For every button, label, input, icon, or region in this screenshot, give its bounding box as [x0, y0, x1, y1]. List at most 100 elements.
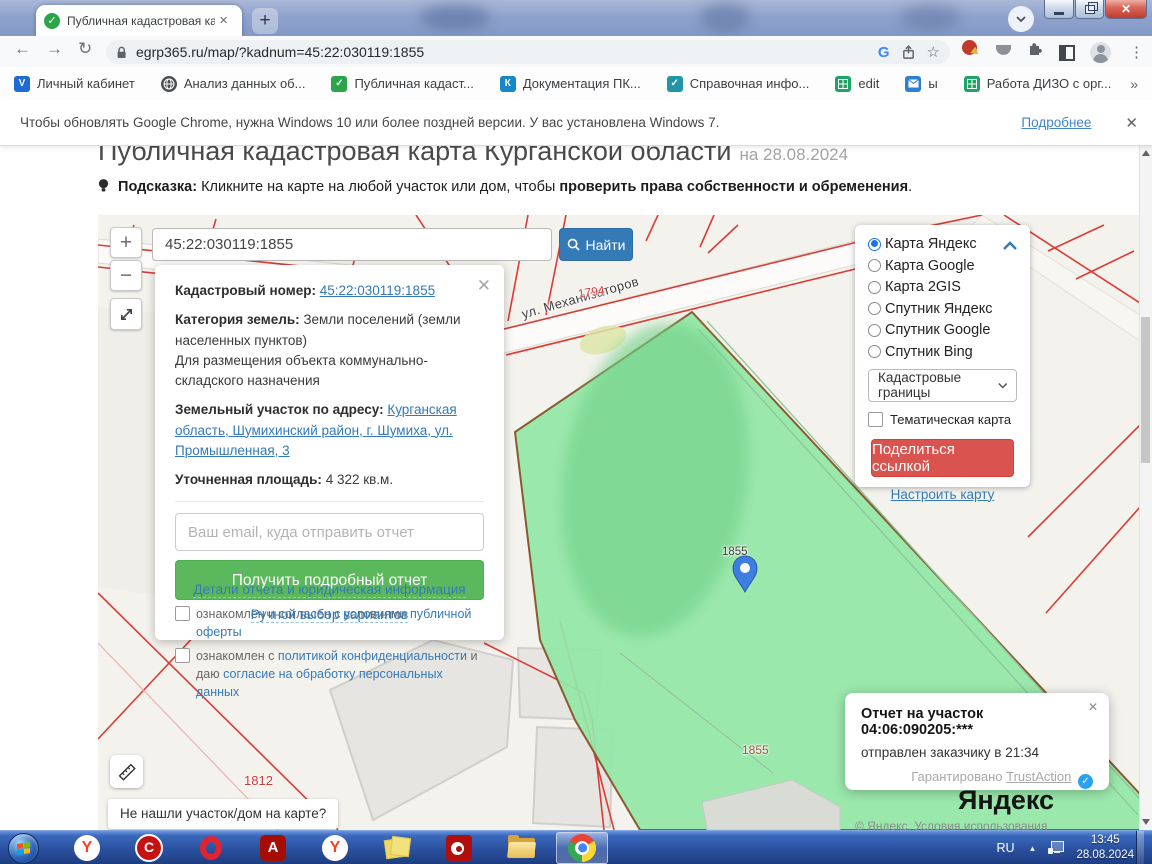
- share-link-button[interactable]: Поделиться ссылкой: [871, 438, 1014, 477]
- report-details-link[interactable]: Детали отчета и юридическая информация: [193, 581, 466, 598]
- radio[interactable]: [868, 302, 881, 315]
- not-found-prompt[interactable]: Не нашли участок/дом на карте?: [108, 799, 339, 829]
- browser-menu-icon[interactable]: ⋮: [1129, 43, 1144, 61]
- share-icon[interactable]: [901, 44, 916, 60]
- file-explorer-icon[interactable]: [504, 834, 538, 862]
- windows-taskbar: Y C A Y RU ▲ 13:45 28.08.2024: [0, 828, 1152, 864]
- toast-close-icon[interactable]: ✕: [1088, 700, 1098, 714]
- layer-option-yandex-map[interactable]: Карта Яндекс: [868, 236, 1017, 252]
- notification-details-link[interactable]: Подробнее: [1021, 115, 1091, 130]
- manual-selection-link[interactable]: Ручной выбор вариантов: [250, 607, 409, 624]
- show-desktop-button[interactable]: [1136, 831, 1144, 864]
- privacy-policy-link[interactable]: политикой конфиденциальности: [278, 649, 467, 663]
- fullscreen-expand-button[interactable]: [110, 298, 142, 330]
- tray-expand-arrow-icon[interactable]: ▲: [1029, 844, 1037, 853]
- extension-seal-icon[interactable]: [962, 40, 977, 55]
- notification-close-icon[interactable]: ✕: [1125, 114, 1138, 132]
- radio[interactable]: [868, 280, 881, 294]
- email-input[interactable]: [175, 513, 484, 552]
- thematic-map-checkbox-row[interactable]: Тематическая карта: [868, 411, 1017, 427]
- bookmarks-overflow-icon[interactable]: »: [1130, 76, 1138, 92]
- collapse-chevron-up-icon[interactable]: [1002, 241, 1018, 251]
- layer-option-bing-satellite[interactable]: Спутник Bing: [868, 344, 1017, 360]
- new-tab-button[interactable]: +: [252, 8, 278, 34]
- bookmark-mail[interactable]: ы: [905, 75, 938, 92]
- bookmark-star-icon[interactable]: ☆: [927, 43, 940, 61]
- window-restore-button[interactable]: [1075, 0, 1104, 19]
- browser-tab[interactable]: ✓ Публичная кадастровая карта К ✕: [36, 5, 242, 36]
- bookmark-documentation[interactable]: К Документация ПК...: [499, 75, 641, 92]
- scrollbar-thumb[interactable]: [1141, 317, 1150, 463]
- yandex-browser-icon-2[interactable]: Y: [318, 834, 352, 862]
- bookmark-personal-cabinet[interactable]: V Личный кабинет: [14, 75, 135, 92]
- configure-map-link[interactable]: Настроить карту: [868, 487, 1017, 502]
- cadastral-number-link[interactable]: 45:22:030119:1855: [320, 283, 435, 298]
- profile-avatar[interactable]: [1090, 42, 1111, 63]
- globe-icon: [160, 75, 177, 92]
- find-button[interactable]: Найти: [559, 228, 633, 261]
- radio[interactable]: [868, 345, 881, 358]
- radio[interactable]: [868, 259, 881, 272]
- bookmark-edit[interactable]: edit: [835, 75, 879, 92]
- acrobat-reader-icon[interactable]: A: [256, 834, 290, 862]
- tab-close-icon[interactable]: ✕: [219, 14, 228, 27]
- yandex-browser-icon[interactable]: Y: [70, 834, 104, 862]
- map-viewport[interactable]: ул. Механизаторов 1794 1855 1855 1812 + …: [98, 215, 1140, 830]
- forward-button-icon[interactable]: →: [46, 39, 63, 59]
- page-title-date: на 28.08.2024: [739, 145, 849, 164]
- taskbar-clock[interactable]: 13:45 28.08.2024: [1076, 833, 1134, 863]
- layer-option-google-map[interactable]: Карта Google: [868, 258, 1017, 274]
- window-close-button[interactable]: ✕: [1105, 0, 1147, 19]
- back-button-icon[interactable]: ←: [14, 39, 31, 59]
- boundaries-select[interactable]: Кадастровые границы: [868, 368, 1017, 402]
- opera-icon[interactable]: [194, 834, 228, 862]
- radio-selected[interactable]: [868, 237, 881, 251]
- extensions-puzzle-icon[interactable]: [1027, 40, 1043, 56]
- privacy-agreement-checkbox-row[interactable]: ознакомлен с политикой конфиденциальност…: [175, 647, 484, 701]
- cadastral-search-input[interactable]: [152, 228, 552, 261]
- bookmark-reference-info[interactable]: ✓ Справочная инфо...: [666, 75, 809, 92]
- yandex-copyright-link[interactable]: © Яндекс, Условия использования: [855, 819, 1047, 830]
- popup-close-icon[interactable]: ✕: [477, 273, 491, 299]
- layer-option-google-satellite[interactable]: Спутник Google: [868, 322, 1017, 338]
- zoom-in-button[interactable]: +: [110, 227, 142, 258]
- checkbox[interactable]: [175, 647, 190, 663]
- trustaction-link[interactable]: TrustAction: [1006, 769, 1071, 784]
- toast-title: Отчет на участок 04:06:090205:***: [861, 706, 984, 738]
- zoom-out-button[interactable]: −: [110, 260, 142, 291]
- scroll-up-arrow-icon[interactable]: [1142, 150, 1150, 156]
- reading-list-icon[interactable]: [1059, 45, 1075, 61]
- network-icon[interactable]: [1048, 841, 1065, 855]
- google-search-icon[interactable]: G: [878, 44, 890, 61]
- notification-message: Чтобы обновлять Google Chrome, нужна Win…: [20, 115, 720, 130]
- extension-gray-icon[interactable]: [996, 45, 1011, 55]
- reload-button-icon[interactable]: ↻: [78, 39, 92, 59]
- layer-option-yandex-satellite[interactable]: Спутник Яндекс: [868, 301, 1017, 317]
- measure-ruler-button[interactable]: [110, 755, 143, 788]
- scroll-down-arrow-icon[interactable]: [1142, 819, 1150, 825]
- expand-arrows-icon: [120, 308, 132, 321]
- crypto-app-icon[interactable]: C: [132, 834, 166, 862]
- checkbox[interactable]: [868, 411, 883, 427]
- ruler-icon: [118, 763, 136, 781]
- window-minimize-button[interactable]: [1044, 0, 1074, 19]
- red-eye-app-icon[interactable]: [442, 834, 476, 862]
- page-scrollbar[interactable]: [1139, 145, 1152, 830]
- bookmark-dizo-work[interactable]: Работа ДИЗО с орг...: [963, 75, 1111, 92]
- layer-option-2gis-map[interactable]: Карта 2GIS: [868, 279, 1017, 295]
- start-button[interactable]: [6, 832, 40, 864]
- toast-subtitle: отправлен заказчику в 21:34: [861, 745, 1040, 760]
- bookmark-public-cadastral[interactable]: ✓ Публичная кадаст...: [331, 75, 474, 92]
- radio[interactable]: [868, 323, 881, 337]
- personal-data-consent-link[interactable]: согласие на обработку персональных данны…: [196, 667, 443, 699]
- tab-search-chevron-icon[interactable]: [1008, 6, 1034, 32]
- bookmark-data-analysis[interactable]: Анализ данных об...: [160, 75, 305, 92]
- sticky-notes-icon[interactable]: [380, 834, 414, 862]
- map-pin-marker[interactable]: [732, 555, 758, 593]
- toast-guarantee: Гарантировано TrustAction ✓: [861, 769, 1093, 789]
- table-grid-icon: [963, 75, 980, 92]
- chrome-window: ✓ Публичная кадастровая карта К ✕ + ✕ ← …: [0, 0, 1152, 864]
- language-indicator[interactable]: RU: [996, 841, 1014, 855]
- address-bar[interactable]: egrp365.ru/map/?kadnum=45:22:030119:1855…: [106, 40, 950, 64]
- chrome-taskbar-button-active[interactable]: [556, 828, 608, 864]
